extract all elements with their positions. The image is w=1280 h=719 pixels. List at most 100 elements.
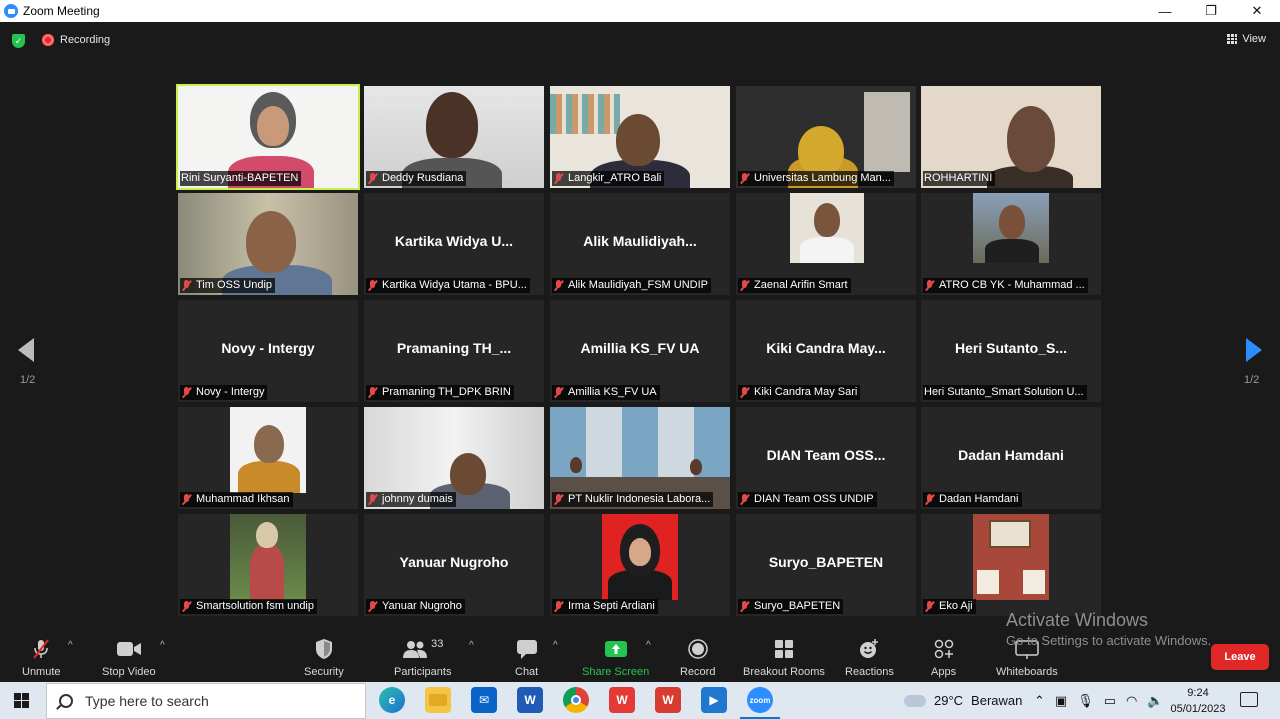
previous-page-arrow-icon[interactable]	[18, 338, 34, 362]
participant-tile[interactable]: Novy - Intergy Novy - Intergy	[178, 300, 358, 402]
participant-tile[interactable]: Tim OSS Undip	[178, 193, 358, 295]
participant-name-label: Kartika Widya Utama - BPU...	[366, 278, 530, 293]
reactions-button[interactable]: Reactions	[845, 638, 894, 678]
windows-taskbar: Type here to search e ✉ W W W ▶ zoom 29°…	[0, 682, 1280, 719]
file-explorer-icon[interactable]	[425, 687, 451, 713]
video-player-icon[interactable]: ▶	[701, 687, 727, 713]
security-label: Security	[304, 666, 344, 678]
meeting-status-bar: ✓ Recording View	[0, 22, 1280, 60]
participant-tile[interactable]: Langkir_ATRO Bali	[550, 86, 730, 188]
participant-tile[interactable]: PT Nuklir Indonesia Labora...	[550, 407, 730, 509]
weather-widget[interactable]: 29°C Berawan	[904, 682, 1022, 719]
participant-name: Tim OSS Undip	[196, 279, 273, 291]
participant-tile[interactable]: Kiki Candra May... Kiki Candra May Sari	[736, 300, 916, 402]
word-icon[interactable]: W	[517, 687, 543, 713]
participant-tile[interactable]: ROHHARTINI	[921, 86, 1101, 188]
security-button[interactable]: Security	[304, 638, 344, 678]
weather-temperature: 29°C	[934, 693, 964, 708]
participant-tile[interactable]: Dadan Hamdani Dadan Hamdani	[921, 407, 1101, 509]
show-hidden-icons-chevron-icon[interactable]: ⌃	[1034, 693, 1045, 709]
view-button[interactable]: View	[1227, 33, 1266, 45]
windows-start-icon[interactable]	[14, 693, 29, 708]
participant-tile[interactable]: johnny dumais	[364, 407, 544, 509]
taskbar-search-box[interactable]: Type here to search	[46, 683, 366, 719]
chat-caret-icon[interactable]: ^	[553, 640, 558, 651]
unmute-button[interactable]: Unmute	[22, 638, 61, 678]
recording-label: Recording	[60, 34, 111, 46]
zoom-icon[interactable]: zoom	[747, 687, 773, 713]
chat-label: Chat	[515, 666, 539, 678]
participants-caret-icon[interactable]: ^	[469, 640, 474, 651]
chrome-icon[interactable]	[563, 687, 589, 713]
participant-tile[interactable]: Muhammad Ikhsan	[178, 407, 358, 509]
minimize-button[interactable]: —	[1142, 0, 1188, 22]
muted-mic-icon	[181, 280, 192, 291]
wps-icon[interactable]: W	[609, 687, 635, 713]
security-shield-icon	[314, 638, 334, 660]
muted-mic-icon	[739, 173, 750, 184]
battery-icon[interactable]: ▭	[1104, 693, 1116, 709]
participant-name: DIAN Team OSS UNDIP	[754, 493, 874, 505]
wifi-icon[interactable]: ◠	[1126, 693, 1137, 709]
participant-tile[interactable]: DIAN Team OSS... DIAN Team OSS UNDIP	[736, 407, 916, 509]
chat-button[interactable]: Chat	[515, 638, 538, 678]
participant-tile[interactable]: Smartsolution fsm undip	[178, 514, 358, 616]
taskbar-clock[interactable]: 9:24 05/01/2023	[1166, 685, 1230, 717]
leave-button[interactable]: Leave	[1211, 644, 1269, 670]
muted-mic-icon	[181, 387, 192, 398]
participant-name-label: Dadan Hamdani	[923, 492, 1022, 507]
volume-icon[interactable]: 🔈	[1147, 693, 1163, 709]
close-button[interactable]: ✕	[1234, 0, 1280, 22]
breakout-rooms-button[interactable]: Breakout Rooms	[743, 638, 825, 678]
participant-tile[interactable]: Zaenal Arifin Smart	[736, 193, 916, 295]
mail-icon[interactable]: ✉	[471, 687, 497, 713]
participant-display-name: Kiki Candra May...	[766, 340, 886, 356]
notifications-icon[interactable]	[1240, 692, 1258, 707]
reactions-smiley-icon	[858, 638, 880, 660]
participant-tile[interactable]: Heri Sutanto_S... Heri Sutanto_Smart Solu…	[921, 300, 1101, 402]
muted-mic-icon	[553, 173, 564, 184]
participant-tile[interactable]: Irma Septi Ardiani	[550, 514, 730, 616]
encryption-shield-icon[interactable]: ✓	[12, 34, 25, 48]
muted-mic-icon	[367, 387, 378, 398]
participant-tile[interactable]: Eko Aji	[921, 514, 1101, 616]
wps-office-icon[interactable]: W	[655, 687, 681, 713]
share-options-caret-icon[interactable]: ^	[646, 640, 651, 651]
edge-icon[interactable]: e	[379, 687, 405, 713]
next-page-arrow-icon[interactable]	[1246, 338, 1262, 362]
share-screen-button[interactable]: Share Screen	[582, 638, 649, 678]
participant-name-label: DIAN Team OSS UNDIP	[738, 492, 877, 507]
participant-tile[interactable]: Alik Maulidiyah... Alik Maulidiyah_FSM UN…	[550, 193, 730, 295]
page-indicator-right: 1/2	[1244, 374, 1260, 386]
participant-name: Kartika Widya Utama - BPU...	[382, 279, 527, 291]
apps-button[interactable]: Apps	[931, 638, 956, 678]
microphone-icon[interactable]: 🎙	[1077, 693, 1094, 709]
muted-mic-icon	[367, 280, 378, 291]
stop-video-button[interactable]: Stop Video	[102, 638, 156, 678]
meet-now-icon[interactable]: ▣	[1055, 693, 1067, 709]
participant-tile[interactable]: Deddy Rusdiana	[364, 86, 544, 188]
video-options-caret-icon[interactable]: ^	[160, 640, 165, 651]
participant-tile[interactable]: Universitas Lambung Man...	[736, 86, 916, 188]
participant-name: Smartsolution fsm undip	[196, 600, 314, 612]
participant-tile[interactable]: ATRO CB YK - Muhammad ...	[921, 193, 1101, 295]
participant-name-label: PT Nuklir Indonesia Labora...	[552, 492, 714, 507]
participant-tile[interactable]: Kartika Widya U... Kartika Widya Utama - …	[364, 193, 544, 295]
participants-button[interactable]: 33 Participants	[394, 638, 451, 678]
participant-tile[interactable]: Pramaning TH_... Pramaning TH_DPK BRIN	[364, 300, 544, 402]
participant-tile[interactable]: Rini Suryanti-BAPETEN	[176, 84, 360, 190]
restore-button[interactable]: ❐	[1188, 0, 1234, 22]
muted-mic-icon	[553, 280, 564, 291]
participant-tile[interactable]: Amillia KS_FV UA Amillia KS_FV UA	[550, 300, 730, 402]
participant-name: Rini Suryanti-BAPETEN	[181, 172, 299, 184]
audio-options-caret-icon[interactable]: ^	[68, 640, 73, 651]
participant-tile[interactable]: Suryo_BAPETEN Suryo_BAPETEN	[736, 514, 916, 616]
record-button[interactable]: Record	[680, 638, 715, 678]
participant-name: ROHHARTINI	[924, 172, 993, 184]
participant-name: Zaenal Arifin Smart	[754, 279, 848, 291]
participants-label: Participants	[394, 666, 452, 678]
participant-tile[interactable]: Yanuar Nugroho Yanuar Nugroho	[364, 514, 544, 616]
recording-indicator[interactable]: Recording	[42, 34, 110, 46]
search-placeholder: Type here to search	[85, 693, 209, 709]
participant-name-label: Kiki Candra May Sari	[738, 385, 861, 400]
